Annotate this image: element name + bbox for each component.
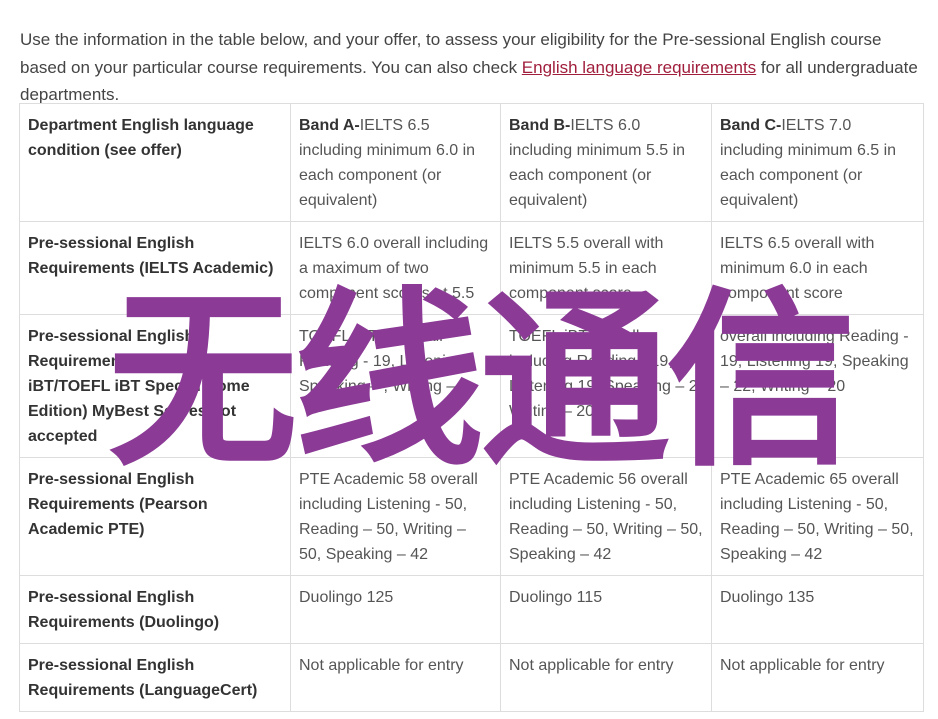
- row-label: Pre-sessional English Requirements (Pear…: [19, 457, 291, 576]
- row-label: Pre-sessional English Requirements (TOEF…: [19, 314, 291, 458]
- table-cell: TOEFL iBT 8 overall Reading - 19, Listen…: [290, 314, 501, 458]
- intro-paragraph: Use the information in the table below, …: [20, 26, 925, 109]
- table-cell: IELTS 5.5 overall with minimum 5.5 in ea…: [500, 221, 712, 315]
- table-cell: Not applicable for entry: [290, 643, 501, 712]
- table-row-ielts: Pre-sessional English Requirements (IELT…: [19, 221, 924, 315]
- table-cell: Duolingo 135: [711, 575, 924, 644]
- table-row-languagecert: Pre-sessional English Requirements (Lang…: [19, 643, 924, 712]
- band-c-name: Band C-: [720, 117, 782, 134]
- table-cell: Not applicable for entry: [711, 643, 924, 712]
- band-b-cell: Band B-IELTS 6.0 including minimum 5.5 i…: [500, 103, 712, 222]
- table-row-duolingo: Pre-sessional English Requirements (Duol…: [19, 575, 924, 644]
- table-cell: overall including Reading - 19, Listenin…: [711, 314, 924, 458]
- english-language-requirements-link[interactable]: English language requirements: [522, 58, 756, 77]
- table-header-row: Department English language condition (s…: [19, 103, 924, 222]
- row-label: Pre-sessional English Requirements (Duol…: [19, 575, 291, 644]
- table-cell: IELTS 6.5 overall with minimum 6.0 in ea…: [711, 221, 924, 315]
- row-label: Pre-sessional English Requirements (IELT…: [19, 221, 291, 315]
- header-label: Department English language condition (s…: [19, 103, 291, 222]
- row-label: Pre-sessional English Requirements (Lang…: [19, 643, 291, 712]
- table-cell: TOEFL iBT overall including Reading - 19…: [500, 314, 712, 458]
- band-c-cell: Band C-IELTS 7.0 including minimum 6.5 i…: [711, 103, 924, 222]
- band-a-cell: Band A-IELTS 6.5 including minimum 6.0 i…: [290, 103, 501, 222]
- table-cell: PTE Academic 56 overall including Listen…: [500, 457, 712, 576]
- band-b-name: Band B-: [509, 117, 571, 134]
- band-a-name: Band A-: [299, 117, 360, 134]
- table-cell: Duolingo 115: [500, 575, 712, 644]
- table-cell: Not applicable for entry: [500, 643, 712, 712]
- table-cell: PTE Academic 58 overall including Listen…: [290, 457, 501, 576]
- table-cell: IELTS 6.0 overall including a maximum of…: [290, 221, 501, 315]
- table-cell: PTE Academic 65 overall including Listen…: [711, 457, 924, 576]
- requirements-table: Department English language condition (s…: [19, 103, 924, 712]
- table-row-pte: Pre-sessional English Requirements (Pear…: [19, 457, 924, 576]
- table-cell: Duolingo 125: [290, 575, 501, 644]
- table-row-toefl: Pre-sessional English Requirements (TOEF…: [19, 314, 924, 458]
